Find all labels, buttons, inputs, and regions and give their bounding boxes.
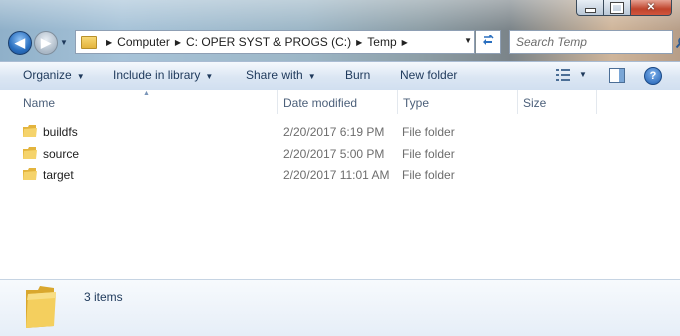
- file-date: 2/20/2017 5:00 PM: [283, 147, 384, 161]
- share-label: Share with: [246, 68, 303, 82]
- include-label: Include in library: [113, 68, 200, 82]
- organize-menu[interactable]: Organize ▼: [23, 68, 85, 82]
- new-folder-label: New folder: [400, 68, 457, 82]
- views-dropdown-icon[interactable]: ▼: [579, 70, 587, 79]
- maximize-icon: [611, 3, 623, 13]
- column-divider[interactable]: [397, 90, 398, 114]
- address-dropdown-icon[interactable]: ▼: [464, 36, 472, 45]
- file-row[interactable]: target 2/20/2017 11:01 AM File folder: [16, 164, 606, 185]
- breadcrumb-computer[interactable]: Computer: [117, 35, 170, 49]
- chevron-right-icon[interactable]: ▶: [356, 38, 362, 47]
- back-arrow-icon: ◀: [15, 35, 25, 51]
- burn-label: Burn: [345, 68, 370, 82]
- share-with-menu[interactable]: Share with ▼: [246, 68, 316, 82]
- caption-buttons: ✕: [576, 0, 672, 16]
- folder-icon: [23, 147, 37, 159]
- burn-button[interactable]: Burn: [345, 68, 370, 82]
- file-type: File folder: [402, 168, 455, 182]
- back-button[interactable]: ◀: [8, 31, 32, 55]
- include-in-library-menu[interactable]: Include in library ▼: [113, 68, 213, 82]
- column-header-size[interactable]: Size: [523, 96, 546, 110]
- organize-label: Organize: [23, 68, 72, 82]
- chevron-right-icon[interactable]: ▶: [175, 38, 181, 47]
- file-date: 2/20/2017 11:01 AM: [283, 168, 390, 182]
- folder-icon: [23, 168, 37, 180]
- refresh-button[interactable]: [476, 30, 501, 54]
- new-folder-button[interactable]: New folder: [400, 68, 457, 82]
- file-date: 2/20/2017 6:19 PM: [283, 125, 384, 139]
- views-icon[interactable]: [556, 69, 570, 81]
- address-bar[interactable]: ▶ Computer ▶ C: OPER SYST & PROGS (C:) ▶…: [75, 30, 475, 54]
- chevron-down-icon: ▼: [77, 72, 85, 81]
- help-icon[interactable]: ?: [644, 67, 662, 85]
- forward-arrow-icon: ▶: [41, 35, 51, 51]
- chevron-right-icon[interactable]: ▶: [402, 38, 408, 47]
- folder-icon: [81, 36, 97, 49]
- chevron-down-icon: ▼: [205, 72, 213, 81]
- column-divider[interactable]: [517, 90, 518, 114]
- column-header-name[interactable]: Name: [23, 96, 55, 110]
- folder-icon: [23, 125, 37, 137]
- file-type: File folder: [402, 125, 455, 139]
- column-divider[interactable]: [596, 90, 597, 114]
- column-header-type[interactable]: Type: [403, 96, 429, 110]
- forward-button[interactable]: ▶: [34, 31, 58, 55]
- sort-arrow-icon: ▲: [143, 90, 150, 97]
- close-button[interactable]: ✕: [631, 0, 672, 16]
- column-header-date[interactable]: Date modified: [283, 96, 357, 110]
- folder-icon: [24, 286, 56, 328]
- minimize-icon: [585, 8, 596, 13]
- file-row[interactable]: source 2/20/2017 5:00 PM File folder: [16, 143, 606, 164]
- file-row[interactable]: buildfs 2/20/2017 6:19 PM File folder: [16, 121, 606, 142]
- search-icon[interactable]: [675, 36, 680, 49]
- chevron-down-icon: ▼: [308, 72, 316, 81]
- item-count: 3 items: [84, 290, 123, 304]
- column-divider[interactable]: [277, 90, 278, 114]
- recent-pages-dropdown[interactable]: ▼: [60, 38, 68, 47]
- file-name: target: [43, 168, 74, 182]
- details-pane: 3 items: [0, 279, 680, 336]
- file-name: buildfs: [43, 125, 78, 139]
- minimize-button[interactable]: [576, 0, 604, 16]
- command-bar: Organize ▼ Include in library ▼ Share with…: [0, 61, 680, 91]
- breadcrumb-temp[interactable]: Temp: [367, 35, 396, 49]
- search-input[interactable]: [510, 32, 675, 52]
- breadcrumb-drive[interactable]: C: OPER SYST & PROGS (C:): [186, 35, 351, 49]
- refresh-icon: [480, 35, 496, 49]
- close-icon: ✕: [647, 3, 655, 13]
- file-type: File folder: [402, 147, 455, 161]
- column-headers: ▲ Name Date modified Type Size: [0, 90, 680, 115]
- maximize-button[interactable]: [604, 0, 631, 16]
- preview-pane-icon[interactable]: [609, 68, 625, 83]
- search-box[interactable]: [509, 30, 673, 54]
- chevron-right-icon[interactable]: ▶: [106, 38, 112, 47]
- file-name: source: [43, 147, 79, 161]
